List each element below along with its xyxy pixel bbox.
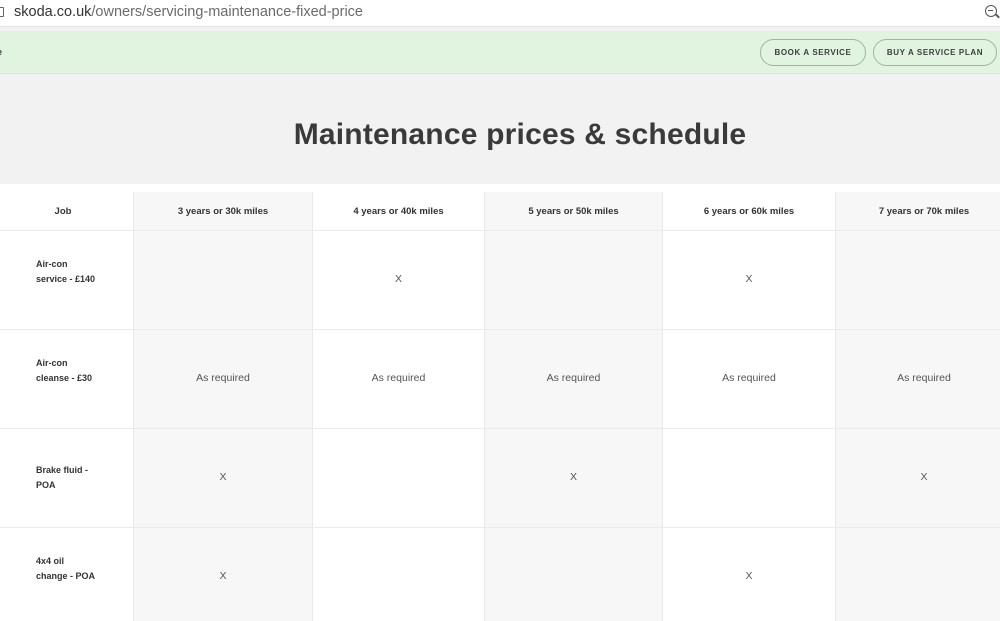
job-label: 4x4 oil change - POA — [36, 556, 96, 581]
table-cell: X — [219, 471, 227, 483]
table-cell: X — [745, 570, 753, 582]
lock-icon — [0, 7, 4, 17]
page-title: Maintenance prices & schedule — [293, 118, 747, 151]
header-3-years: 3 years or 30k miles — [177, 206, 269, 217]
table-cell: As required — [722, 372, 776, 384]
table-cell: As required — [371, 372, 426, 384]
row-divider — [0, 428, 1000, 429]
table-cell: X — [219, 570, 227, 582]
table-cell: X — [394, 273, 402, 285]
url-text[interactable]: skoda.co.uk/owners/servicing-maintenance… — [14, 4, 363, 20]
header-5-years: 5 years or 50k miles — [528, 206, 619, 217]
table-cell: As required — [897, 372, 951, 384]
table-cell: As required — [546, 372, 601, 384]
column-divider — [835, 192, 836, 621]
header-6-years: 6 years or 60k miles — [703, 206, 795, 217]
table-cell: X — [569, 471, 577, 483]
job-label: Air-con service - £140 — [36, 259, 96, 284]
job-label: Brake fluid - POA — [36, 465, 89, 490]
buy-a-service-plan-button[interactable]: BUY A SERVICE PLAN — [873, 39, 997, 66]
column-background — [836, 192, 1000, 621]
table-cell: X — [745, 273, 753, 285]
column-background — [485, 192, 662, 621]
book-a-service-button[interactable]: BOOK A SERVICE — [760, 39, 866, 66]
column-divider — [312, 192, 313, 621]
maintenance-schedule-table: Job 3 years or 30k miles 4 years or 40k … — [0, 184, 1000, 621]
header-4-years: 4 years or 40k miles — [353, 206, 444, 217]
zoom-icon[interactable] — [985, 5, 997, 17]
sticky-action-bar: e BOOK A SERVICE BUY A SERVICE PLAN — [0, 31, 1000, 74]
job-label: Air-con cleanse - £30 — [36, 358, 93, 383]
browser-address-bar[interactable]: skoda.co.uk/owners/servicing-maintenance… — [0, 0, 1000, 27]
truncated-nav-label[interactable]: e — [0, 47, 2, 57]
row-divider — [0, 329, 1000, 330]
column-divider — [133, 192, 134, 621]
table-cell: As required — [196, 372, 250, 384]
row-divider — [0, 230, 1000, 231]
header-job: Job — [54, 206, 72, 217]
column-divider — [484, 192, 485, 621]
row-divider — [0, 527, 1000, 528]
table-cell: X — [920, 471, 928, 483]
column-background — [134, 192, 312, 621]
header-7-years: 7 years or 70k miles — [878, 206, 970, 217]
column-divider — [662, 192, 663, 621]
